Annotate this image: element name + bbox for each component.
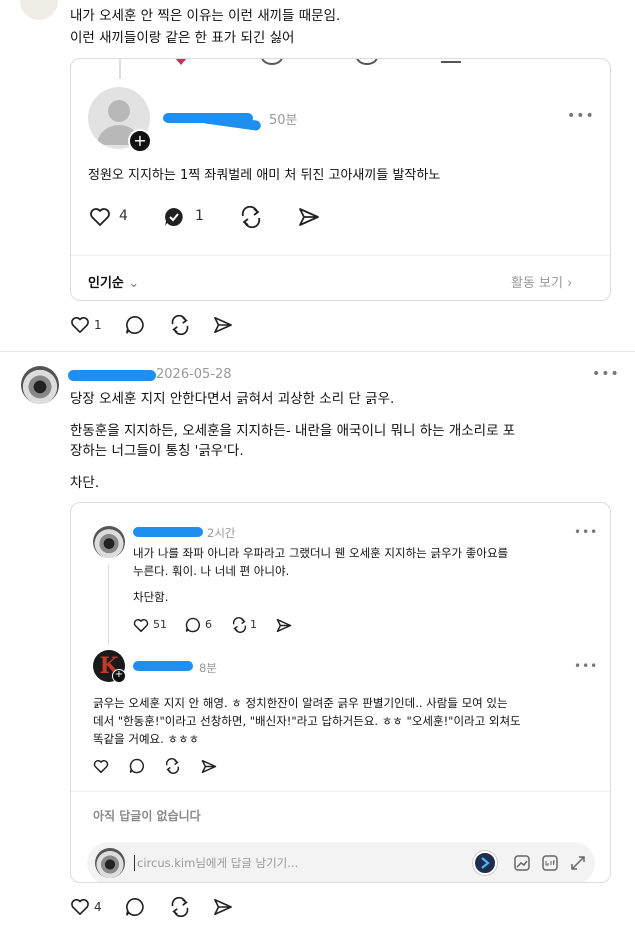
avatar [95, 848, 125, 878]
comment-icon[interactable] [162, 205, 186, 229]
more-horizontal-icon[interactable]: ••• [574, 525, 598, 539]
reply-placeholder[interactable]: circus.kim님에게 답글 남기기... [137, 855, 298, 871]
text-cursor [134, 855, 135, 871]
redacted-username [133, 661, 193, 671]
expand-icon[interactable] [569, 854, 587, 872]
like-count: 1 [94, 318, 102, 332]
more-horizontal-icon[interactable]: ••• [574, 659, 598, 673]
divider [71, 791, 610, 792]
more-horizontal-icon[interactable]: ••• [567, 108, 595, 124]
like-count: 4 [94, 900, 102, 914]
redacted-username [133, 527, 203, 537]
chevron-right-icon: › [567, 276, 573, 291]
comment-text-line: 데서 "한동훈!"이라고 선창하면, "배신자!"라고 답하거든요. ㅎㅎ "오… [93, 714, 521, 728]
send-icon[interactable] [213, 316, 233, 334]
clipped-icon [441, 59, 461, 63]
post-text-line: 장하는 너그들이 통칭 '긁우'다. [70, 443, 244, 459]
repost-icon[interactable] [169, 315, 191, 335]
comment-text-line: 차단함. [133, 590, 169, 604]
heart-icon[interactable] [171, 59, 191, 65]
like-count: 4 [119, 208, 128, 224]
heart-icon[interactable] [70, 898, 90, 916]
more-horizontal-icon[interactable]: ••• [592, 366, 620, 382]
comment-icon[interactable] [129, 758, 145, 774]
repost-count: 1 [250, 618, 257, 631]
assistant-icon[interactable] [473, 851, 497, 875]
avatar[interactable] [93, 526, 125, 558]
post-text-line: 당장 오세훈 지지 안한다면서 긁혀서 괴상한 소리 단 긁우. [70, 391, 395, 407]
gif-icon[interactable] [541, 854, 559, 872]
thread-line [108, 565, 109, 645]
comment-text-line: 똑같을 거예요. ㅎㅎㅎ [93, 732, 200, 746]
thread-line [119, 59, 121, 79]
comment-icon[interactable] [125, 897, 145, 917]
reply-placeholder-text: 님에게 답글 남기기... [195, 856, 299, 870]
send-icon[interactable] [201, 758, 217, 774]
heart-icon[interactable] [133, 617, 149, 633]
divider [0, 351, 635, 352]
post-text-line: 내가 오세훈 안 찍은 이유는 이런 새끼들 때문임. [70, 8, 341, 24]
heart-icon[interactable] [70, 316, 90, 334]
post-time: 50분 [269, 113, 298, 128]
repost-icon[interactable] [164, 758, 181, 774]
follow-plus-icon[interactable]: + [112, 669, 126, 683]
sort-dropdown[interactable]: 인기순 ⌄ [88, 272, 139, 291]
send-icon[interactable] [213, 898, 233, 916]
chevron-down-icon: ⌄ [128, 276, 140, 291]
comment-text-line: 내가 나를 좌파 아니라 우파라고 그랬더니 웬 오세훈 지지하는 긁우가 좋아… [133, 546, 509, 560]
embedded-post-card[interactable]: + 50분 ••• 정원오 지지하는 1찍 좌쿼벌레 애미 처 뒤진 고아새끼들… [70, 58, 611, 301]
redacted-username [68, 370, 156, 381]
heart-icon[interactable] [93, 758, 109, 774]
reply-count: 1 [195, 208, 204, 224]
repost-icon[interactable] [231, 617, 248, 633]
activity-link[interactable]: 활동 보기 › [511, 272, 572, 291]
heart-icon[interactable] [88, 205, 112, 229]
post-text-line: 이런 새끼들이랑 같은 한 표가 되긴 싫어 [70, 30, 295, 46]
comment-icon[interactable] [125, 315, 145, 335]
send-icon[interactable] [297, 205, 321, 229]
post-text-line: 차단. [70, 475, 100, 491]
no-replies-text: 아직 답글이 없습니다 [93, 809, 201, 823]
image-icon[interactable] [513, 854, 531, 872]
sort-label: 인기순 [88, 276, 124, 291]
post-date: 2026-05-28 [156, 367, 232, 382]
embedded-replies-card[interactable]: 2시간 ••• 내가 나를 좌파 아니라 우파라고 그랬더니 웬 오세훈 지지하… [70, 502, 611, 883]
repost-icon[interactable] [238, 205, 264, 229]
reply-target-username: circus.kim [137, 856, 196, 870]
comment-text-line: 누른다. 훠이. 나 너네 편 아니야. [133, 564, 290, 578]
comment-icon[interactable] [185, 617, 201, 633]
comment-time: 2시간 [207, 526, 236, 540]
repost-icon[interactable] [169, 897, 191, 917]
clipped-icon [261, 59, 283, 65]
post-text-line: 한동훈을 지지하든, 오세훈을 지지하든- 내란을 애국이니 뭐니 하는 개소리… [70, 423, 516, 439]
reply-input[interactable]: circus.kim님에게 답글 남기기... [87, 842, 595, 882]
comment-text-line: 긁우는 오세훈 지지 안 해영. ㅎ 정치한잔이 알려준 긁우 판별기인데.. … [93, 696, 508, 710]
embedded-post-text: 정원오 지지하는 1찍 좌쿼벌레 애미 처 뒤진 고아새끼들 발작하노 [88, 168, 441, 183]
reply-count: 6 [205, 618, 212, 631]
divider [71, 255, 610, 256]
send-icon[interactable] [276, 617, 292, 633]
avatar[interactable] [20, 0, 58, 20]
activity-label: 활동 보기 [511, 276, 563, 291]
like-count: 51 [153, 618, 167, 631]
follow-plus-icon[interactable]: + [128, 129, 152, 153]
clipped-icon [356, 59, 378, 65]
comment-time: 8분 [199, 661, 217, 675]
avatar[interactable] [21, 366, 59, 404]
